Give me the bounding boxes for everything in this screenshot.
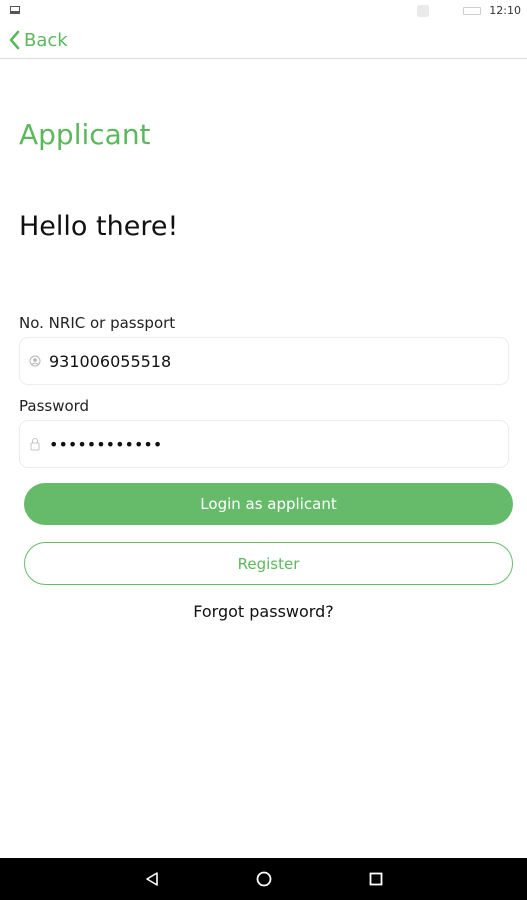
top-app-bar: Back (0, 22, 527, 59)
register-button[interactable]: Register (24, 542, 513, 585)
password-field-label: Password (19, 397, 90, 415)
greeting-heading: Hello there! (19, 211, 179, 242)
password-input[interactable] (49, 434, 489, 454)
lock-icon (29, 438, 41, 451)
system-navigation-bar (0, 858, 527, 900)
password-field[interactable] (19, 420, 509, 468)
page-title: Applicant (19, 118, 151, 151)
status-bar: 12:10 (0, 0, 527, 22)
triangle-back-icon[interactable] (141, 868, 163, 890)
circle-home-icon[interactable] (253, 868, 275, 890)
id-field-label: No. NRIC or passport (19, 314, 176, 332)
id-field[interactable] (19, 337, 509, 385)
login-button[interactable]: Login as applicant (24, 483, 513, 525)
back-button[interactable]: Back (8, 28, 68, 52)
id-input[interactable] (49, 351, 489, 371)
chevron-left-icon (8, 30, 20, 50)
notification-icon (10, 6, 20, 14)
back-label: Back (24, 29, 68, 51)
wifi-icon (417, 5, 429, 17)
square-recents-icon[interactable] (365, 868, 387, 890)
battery-icon (463, 7, 481, 15)
user-icon (29, 355, 41, 367)
status-time: 12:10 (489, 4, 521, 17)
forgot-password-link[interactable]: Forgot password? (0, 602, 527, 621)
